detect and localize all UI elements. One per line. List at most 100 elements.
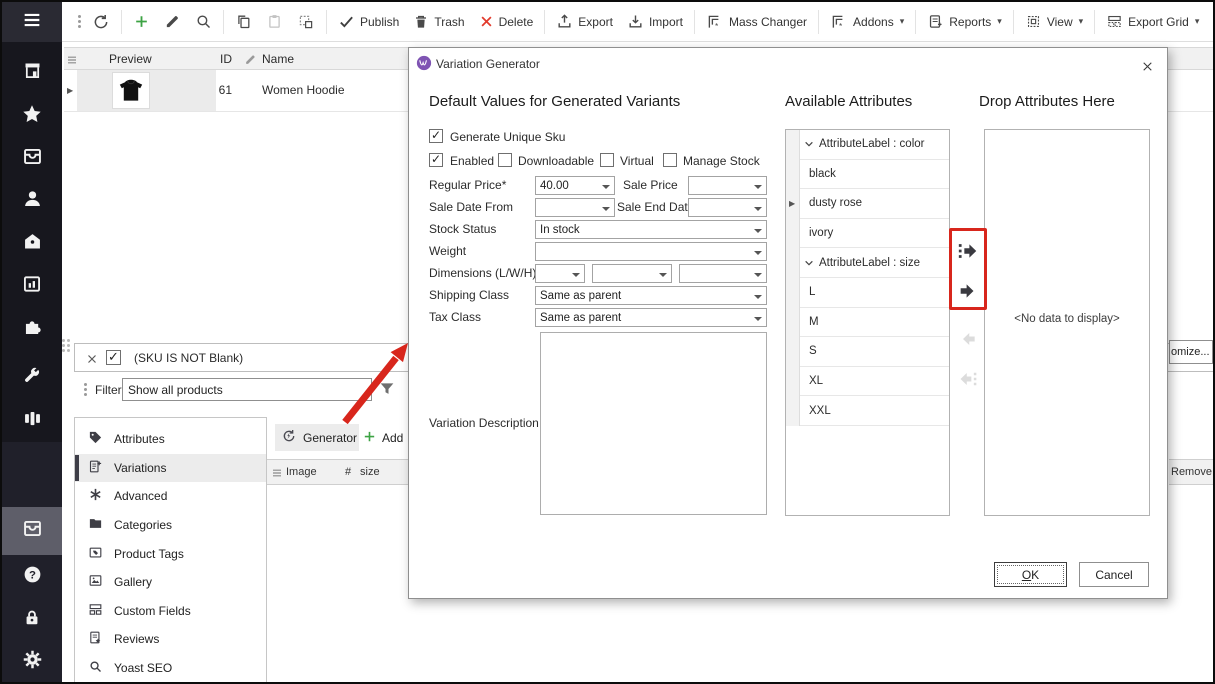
sidebar-item-menu[interactable] [2, 2, 62, 42]
search-button[interactable] [195, 13, 212, 30]
cancel-button[interactable]: Cancel [1079, 562, 1149, 587]
generate-sku-checkbox[interactable] [429, 129, 443, 143]
sale-end-date-combo[interactable] [688, 198, 767, 217]
sidebar-item-store[interactable] [2, 58, 62, 88]
grid-menu-icon[interactable] [67, 54, 77, 68]
sidebar-item-orders[interactable] [2, 144, 62, 174]
tab-variations[interactable]: Variations [75, 454, 266, 483]
attribute-value-row[interactable]: L [800, 278, 949, 308]
sidebar-item-plugins[interactable] [2, 314, 62, 344]
column-header-preview[interactable]: Preview [109, 52, 152, 66]
manage-stock-checkbox[interactable] [663, 153, 677, 167]
export-button[interactable]: Export [556, 13, 613, 30]
attribute-group-row[interactable]: AttributeLabel : size [800, 248, 949, 278]
tab-advanced[interactable]: Advanced [75, 482, 266, 511]
tax-class-value: Same as parent [540, 312, 621, 324]
tab-yoast-seo[interactable]: Yoast SEO [75, 654, 266, 683]
sidebar-item-products-selected[interactable] [2, 507, 62, 555]
import-button[interactable]: Import [627, 13, 683, 30]
weight-combo[interactable] [535, 242, 767, 261]
dimension-width-combo[interactable] [592, 264, 672, 283]
ok-rest: K [1031, 568, 1039, 582]
attribute-value-row[interactable]: black [800, 160, 949, 190]
view-button[interactable]: View▾ [1025, 13, 1083, 30]
grid-menu-icon[interactable] [272, 468, 282, 481]
paste-special-button[interactable] [297, 13, 315, 31]
tax-class-combo[interactable]: Same as parent [535, 308, 767, 327]
plus-icon [133, 13, 150, 30]
sidebar-item-storefront[interactable] [2, 229, 62, 259]
addons-button[interactable]: *Addons▾ [830, 13, 904, 31]
close-icon[interactable] [1137, 56, 1157, 76]
tab-reviews[interactable]: Reviews [75, 625, 266, 654]
attribute-value-row[interactable]: ivory [800, 219, 949, 249]
attribute-value-row[interactable]: XXL [800, 396, 949, 426]
shipping-class-combo[interactable]: Same as parent [535, 286, 767, 305]
filter-condition-checkbox[interactable] [106, 350, 121, 365]
add-product-button[interactable] [133, 13, 150, 30]
attribute-value-row[interactable]: S [800, 337, 949, 367]
attribute-value-row[interactable]: dusty rose [800, 189, 949, 219]
toolbar-separator [915, 10, 916, 34]
main-toolbar: Publish Trash Delete Export Import *Mass… [62, 2, 1215, 42]
attribute-value: M [809, 316, 819, 328]
sidebar-item-lock[interactable] [2, 605, 62, 635]
sidebar-item-reports[interactable] [2, 271, 62, 301]
tab-product-tags[interactable]: Product Tags [75, 539, 266, 568]
toolbar-drag-handle[interactable] [78, 15, 81, 28]
filter-drag-handle[interactable] [84, 383, 87, 396]
tab-categories[interactable]: Categories [75, 511, 266, 540]
move-left-button-disabled[interactable] [954, 326, 982, 352]
mass-changer-label: Mass Changer [729, 15, 807, 29]
paste-button-disabled[interactable] [266, 13, 283, 30]
panel-drag-handle[interactable] [62, 339, 70, 352]
dimension-length-combo[interactable] [535, 264, 585, 283]
reports-button[interactable]: Reports▾ [927, 13, 1002, 30]
move-all-left-button-disabled[interactable] [954, 366, 982, 392]
column-header-remove[interactable]: Remove [1169, 459, 1215, 485]
virtual-checkbox[interactable] [600, 153, 614, 167]
edit-button[interactable] [164, 13, 181, 30]
sale-price-combo[interactable] [688, 176, 767, 195]
row-pointer-icon: ▶ [789, 199, 795, 208]
ok-button[interactable]: OK [994, 562, 1067, 587]
sidebar-item-layout[interactable] [2, 406, 62, 436]
sidebar-item-settings[interactable] [2, 647, 62, 677]
sidebar-item-favorites[interactable] [2, 101, 62, 131]
stock-status-combo[interactable]: In stock [535, 220, 767, 239]
delete-button[interactable]: Delete [479, 14, 534, 29]
dimension-height-combo[interactable] [679, 264, 767, 283]
column-header-name[interactable]: Name [262, 52, 294, 66]
column-header-image[interactable]: Image [286, 466, 317, 478]
sidebar-item-tools[interactable] [2, 363, 62, 393]
copy-button[interactable] [235, 13, 252, 30]
sidebar-item-help[interactable]: ? [2, 562, 62, 592]
attribute-value-row[interactable]: XL [800, 367, 949, 397]
reports-label: Reports [949, 15, 991, 29]
attribute-value: ivory [809, 227, 833, 239]
column-header-id[interactable]: ID [184, 52, 232, 66]
attribute-group-row[interactable]: AttributeLabel : color [800, 130, 949, 160]
column-header-number[interactable]: # [345, 466, 351, 478]
column-header-size[interactable]: size [360, 466, 380, 478]
sidebar-item-customers[interactable] [2, 186, 62, 216]
remove-filter-x-icon[interactable] [86, 352, 98, 370]
report-clipboard-icon [927, 13, 944, 30]
customize-button-partial[interactable]: omize... [1169, 340, 1213, 364]
tab-custom-fields[interactable]: Custom Fields [75, 597, 266, 626]
mass-changer-button[interactable]: *Mass Changer [706, 13, 807, 31]
tab-attributes[interactable]: Attributes [75, 425, 266, 454]
attribute-value-row[interactable]: M [800, 308, 949, 338]
publish-button[interactable]: Publish [338, 13, 399, 30]
regular-price-combo[interactable]: 40.00 [535, 176, 615, 195]
enabled-checkbox[interactable] [429, 153, 443, 167]
sale-date-from-combo[interactable] [535, 198, 615, 217]
add-label: Add [382, 431, 403, 445]
downloadable-checkbox[interactable] [498, 153, 512, 167]
customize-label: omize... [1171, 346, 1210, 358]
tab-gallery[interactable]: Gallery [75, 568, 266, 597]
trash-button[interactable]: Trash [413, 14, 464, 30]
refresh-button[interactable] [92, 13, 110, 31]
export-grid-button[interactable]: Export Grid▾ [1106, 13, 1199, 30]
variation-description-textarea[interactable] [540, 332, 767, 515]
